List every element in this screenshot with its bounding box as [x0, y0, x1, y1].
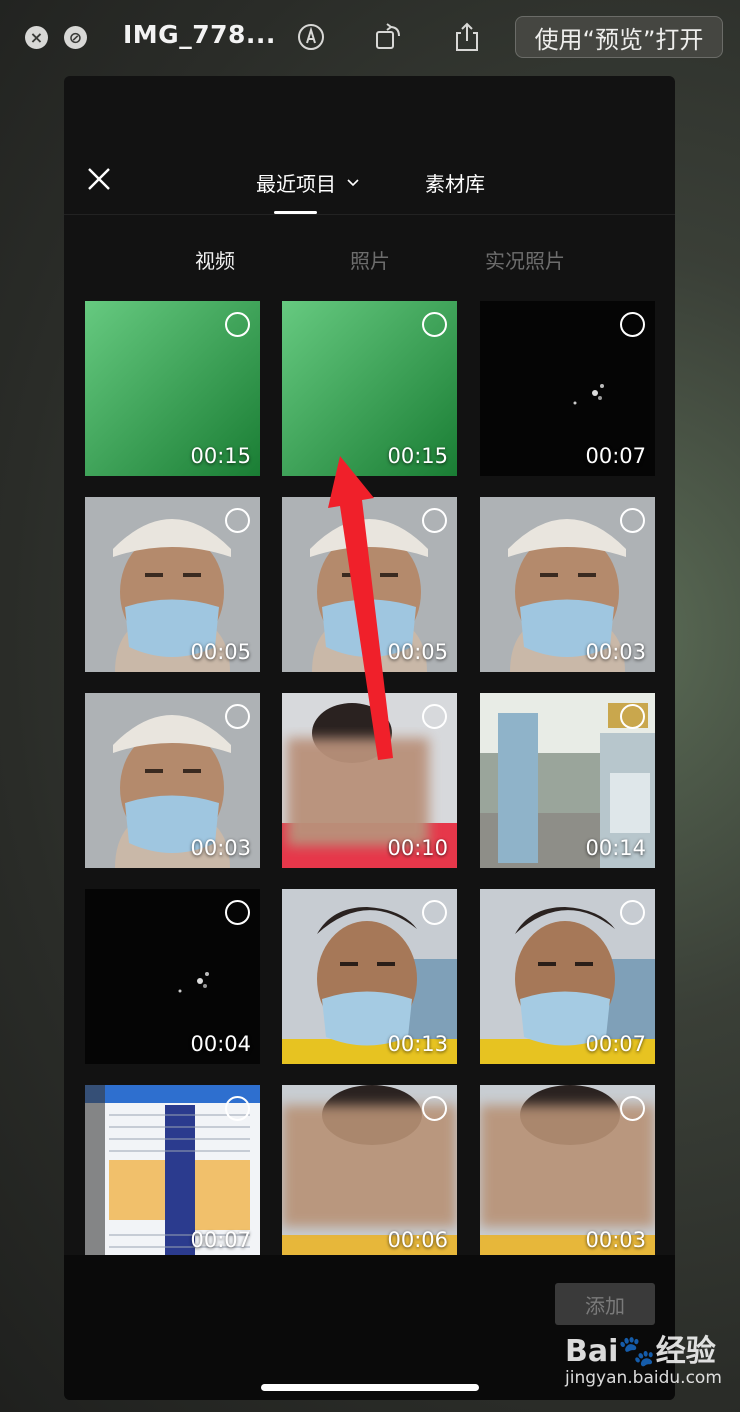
watermark-logo: Bai🐾经验 [565, 1334, 716, 1369]
duration-label: 00:04 [190, 1032, 251, 1056]
duration-label: 00:15 [190, 444, 251, 468]
document-title: IMG_778... [123, 20, 276, 49]
duration-label: 00:10 [387, 836, 448, 860]
media-tile[interactable]: 00:13 [282, 889, 457, 1064]
duration-label: 00:07 [585, 1032, 646, 1056]
duration-label: 00:05 [190, 640, 251, 664]
markup-pen-icon[interactable] [296, 22, 326, 52]
media-tile[interactable]: 00:15 [282, 301, 457, 476]
duration-label: 00:03 [585, 640, 646, 664]
tab-material-library[interactable]: 素材库 [425, 168, 485, 197]
disabled-icon[interactable]: ⊘ [64, 26, 87, 49]
media-tile[interactable]: 00:07 [480, 301, 655, 476]
select-circle-icon[interactable] [422, 312, 447, 337]
select-circle-icon[interactable] [620, 1096, 645, 1121]
tab-recent-label: 最近项目 [256, 172, 336, 196]
window-titlebar: × ⊘ IMG_778... 使用“预览”打开 [0, 0, 740, 76]
select-circle-icon[interactable] [422, 900, 447, 925]
duration-label: 00:03 [190, 836, 251, 860]
media-tile[interactable]: 00:03 [85, 693, 260, 868]
subtab-photo[interactable]: 照片 [350, 245, 390, 274]
duration-label: 00:07 [585, 444, 646, 468]
duration-label: 00:15 [387, 444, 448, 468]
select-circle-icon[interactable] [620, 704, 645, 729]
media-tile[interactable]: 00:14 [480, 693, 655, 868]
select-circle-icon[interactable] [620, 900, 645, 925]
media-tile[interactable]: 00:03 [480, 1085, 655, 1260]
select-circle-icon[interactable] [422, 1096, 447, 1121]
media-tile[interactable]: 00:07 [85, 1085, 260, 1260]
media-tile[interactable]: 00:03 [480, 497, 655, 672]
media-tile[interactable]: 00:10 [282, 693, 457, 868]
media-tile[interactable]: 00:15 [85, 301, 260, 476]
duration-label: 00:13 [387, 1032, 448, 1056]
close-window-icon[interactable]: × [25, 26, 48, 49]
select-circle-icon[interactable] [225, 704, 250, 729]
select-circle-icon[interactable] [225, 508, 250, 533]
rotate-icon[interactable] [374, 22, 404, 52]
add-button[interactable]: 添加 [555, 1283, 655, 1325]
media-tile[interactable]: 00:05 [85, 497, 260, 672]
duration-label: 00:03 [585, 1228, 646, 1252]
media-tile[interactable]: 00:04 [85, 889, 260, 1064]
chevron-down-icon [347, 178, 359, 186]
media-tile[interactable]: 00:05 [282, 497, 457, 672]
phone-screen: 最近项目 素材库 视频 照片 实况照片 00:15 00:15 00:07 00:05… [64, 76, 675, 1400]
media-tile[interactable]: 00:06 [282, 1085, 457, 1260]
select-circle-icon[interactable] [225, 1096, 250, 1121]
watermark-url: jingyan.baidu.com [565, 1368, 722, 1388]
select-circle-icon[interactable] [225, 312, 250, 337]
select-circle-icon[interactable] [620, 508, 645, 533]
header-divider [64, 214, 675, 215]
subtab-live-photo[interactable]: 实况照片 [485, 245, 565, 274]
close-icon[interactable] [86, 166, 112, 192]
open-with-preview-button[interactable]: 使用“预览”打开 [515, 16, 723, 58]
select-circle-icon[interactable] [620, 312, 645, 337]
tab-recent-items[interactable]: 最近项目 [256, 168, 360, 197]
media-tile[interactable]: 00:07 [480, 889, 655, 1064]
duration-label: 00:07 [190, 1228, 251, 1252]
subtab-video[interactable]: 视频 [195, 245, 235, 274]
select-circle-icon[interactable] [225, 900, 250, 925]
duration-label: 00:14 [585, 836, 646, 860]
duration-label: 00:06 [387, 1228, 448, 1252]
select-circle-icon[interactable] [422, 704, 447, 729]
duration-label: 00:05 [387, 640, 448, 664]
baidu-jingyan-watermark: Bai🐾经验 jingyan.baidu.com [565, 1326, 722, 1388]
home-indicator [261, 1384, 479, 1391]
share-icon[interactable] [452, 22, 482, 52]
select-circle-icon[interactable] [422, 508, 447, 533]
